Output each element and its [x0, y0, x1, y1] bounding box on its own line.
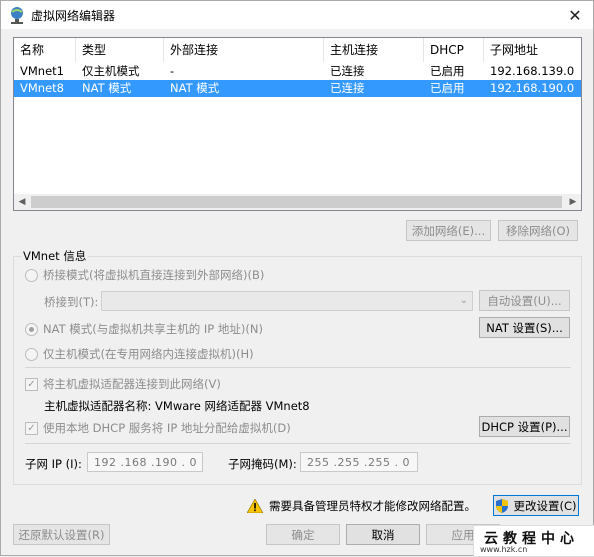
auto-settings-button[interactable]: 自动设置(U)...	[479, 290, 570, 311]
table-row[interactable]: VMnet1 仅主机模式 - 已连接 已启用 192.168.139.0	[14, 63, 581, 80]
column-header-type[interactable]: 类型	[76, 38, 164, 62]
warning-icon	[247, 499, 263, 513]
host-only-radio[interactable]: 仅主机模式(在专用网络内连接虚拟机)(H)	[25, 346, 254, 362]
subnet-ip-field[interactable]: 192 .168 .190 . 0	[87, 452, 203, 472]
nat-settings-button[interactable]: NAT 设置(S)...	[479, 317, 570, 338]
watermark-badge: 云教程中心 www.hzk.cn	[473, 525, 594, 557]
row-cell: 192.168.139.0	[490, 64, 575, 78]
nat-mode-label: NAT 模式(与虚拟机共享主机的 IP 地址)(N)	[43, 322, 263, 336]
use-dhcp-label: 使用本地 DHCP 服务将 IP 地址分配给虚拟机(D)	[43, 421, 291, 435]
title-bar: 虚拟网络编辑器 ✕	[1, 1, 593, 29]
column-header-external[interactable]: 外部连接	[164, 38, 324, 62]
watermark-url: www.hzk.cn	[480, 545, 528, 554]
row-cell: -	[170, 64, 175, 78]
column-header-subnet[interactable]: 子网地址	[484, 38, 581, 62]
subnet-mask-field[interactable]: 255 .255 .255 . 0	[300, 452, 418, 472]
table-row-selected[interactable]: VMnet8 NAT 模式 NAT 模式 已连接 已启用 192.168.190…	[14, 80, 581, 97]
radio-selected-icon	[25, 322, 38, 336]
row-cell: 已连接	[330, 64, 365, 78]
column-header-dhcp[interactable]: DHCP	[424, 38, 484, 62]
vmnet-info-label: VMnet 信息	[21, 248, 89, 264]
ok-button[interactable]: 确定	[266, 524, 340, 545]
virtual-network-editor-window: 虚拟网络编辑器 ✕ 名称 类型 外部连接 主机连接 DHCP 子网地址 VMne…	[0, 0, 594, 557]
row-cell: 已启用	[430, 81, 465, 95]
connect-adapter-label: 将主机虚拟适配器连接到此网络(V)	[43, 377, 221, 391]
column-header-host[interactable]: 主机连接	[324, 38, 424, 62]
row-cell: 已启用	[430, 64, 465, 78]
network-list[interactable]: 名称 类型 外部连接 主机连接 DHCP 子网地址 VMnet1 仅主机模式 -…	[13, 37, 582, 211]
host-only-label: 仅主机模式(在专用网络内连接虚拟机)(H)	[43, 347, 254, 361]
row-cell: 192.168.190.0	[490, 81, 575, 95]
radio-icon	[25, 268, 38, 282]
row-cell: VMnet1	[20, 64, 64, 78]
bridged-to-select[interactable]: ⌄	[101, 291, 473, 311]
use-dhcp-checkbox[interactable]: ✓ 使用本地 DHCP 服务将 IP 地址分配给虚拟机(D)	[25, 420, 291, 436]
adapter-name-text: 主机虚拟适配器名称: VMware 网络适配器 VMnet8	[44, 399, 310, 413]
change-settings-label: 更改设置(C)	[513, 498, 577, 513]
separator	[25, 443, 571, 444]
subnet-mask-label: 子网掩码(M):	[228, 457, 297, 471]
bridged-to-label: 桥接到(T):	[44, 295, 99, 309]
close-icon: ✕	[568, 5, 582, 25]
uac-shield-icon	[496, 498, 509, 513]
separator	[25, 367, 571, 368]
cancel-button[interactable]: 取消	[346, 524, 420, 545]
remove-network-button[interactable]: 移除网络(O)	[498, 220, 578, 241]
chevron-down-icon: ⌄	[459, 295, 468, 306]
change-settings-button[interactable]: 更改设置(C)	[493, 495, 579, 516]
row-cell: NAT 模式	[82, 81, 132, 95]
restore-defaults-button[interactable]: 还原默认设置(R)	[13, 524, 110, 545]
add-network-button[interactable]: 添加网络(E)...	[406, 220, 491, 241]
horizontal-scrollbar[interactable]: ◀ ▶	[14, 194, 581, 210]
row-cell: 仅主机模式	[82, 64, 140, 78]
checkmark-icon: ✓	[25, 377, 38, 391]
scrollbar-thumb[interactable]	[31, 196, 562, 208]
subnet-ip-label: 子网 IP (I):	[25, 457, 82, 471]
admin-notice-text: 需要具备管理员特权才能修改网络配置。	[269, 499, 476, 513]
scroll-right-icon[interactable]: ▶	[565, 194, 581, 210]
checkmark-icon: ✓	[25, 421, 38, 435]
row-cell: NAT 模式	[170, 81, 220, 95]
admin-notice: 需要具备管理员特权才能修改网络配置。	[247, 498, 476, 514]
bridge-mode-label: 桥接模式(将虚拟机直接连接到外部网络)(B)	[43, 268, 265, 282]
dhcp-settings-button[interactable]: DHCP 设置(P)...	[479, 416, 570, 437]
list-header: 名称 类型 外部连接 主机连接 DHCP 子网地址	[14, 38, 581, 62]
scroll-left-icon[interactable]: ◀	[14, 194, 30, 210]
row-cell: 已连接	[330, 81, 365, 95]
bridge-mode-radio[interactable]: 桥接模式(将虚拟机直接连接到外部网络)(B)	[25, 267, 264, 283]
radio-icon	[25, 347, 38, 361]
connect-adapter-checkbox[interactable]: ✓ 将主机虚拟适配器连接到此网络(V)	[25, 376, 221, 392]
row-cell: VMnet8	[20, 81, 64, 95]
nat-mode-radio[interactable]: NAT 模式(与虚拟机共享主机的 IP 地址)(N)	[25, 321, 263, 337]
window-title: 虚拟网络编辑器	[31, 9, 116, 23]
network-globe-icon	[11, 7, 23, 24]
close-button[interactable]: ✕	[557, 1, 593, 29]
column-header-name[interactable]: 名称	[14, 38, 76, 62]
